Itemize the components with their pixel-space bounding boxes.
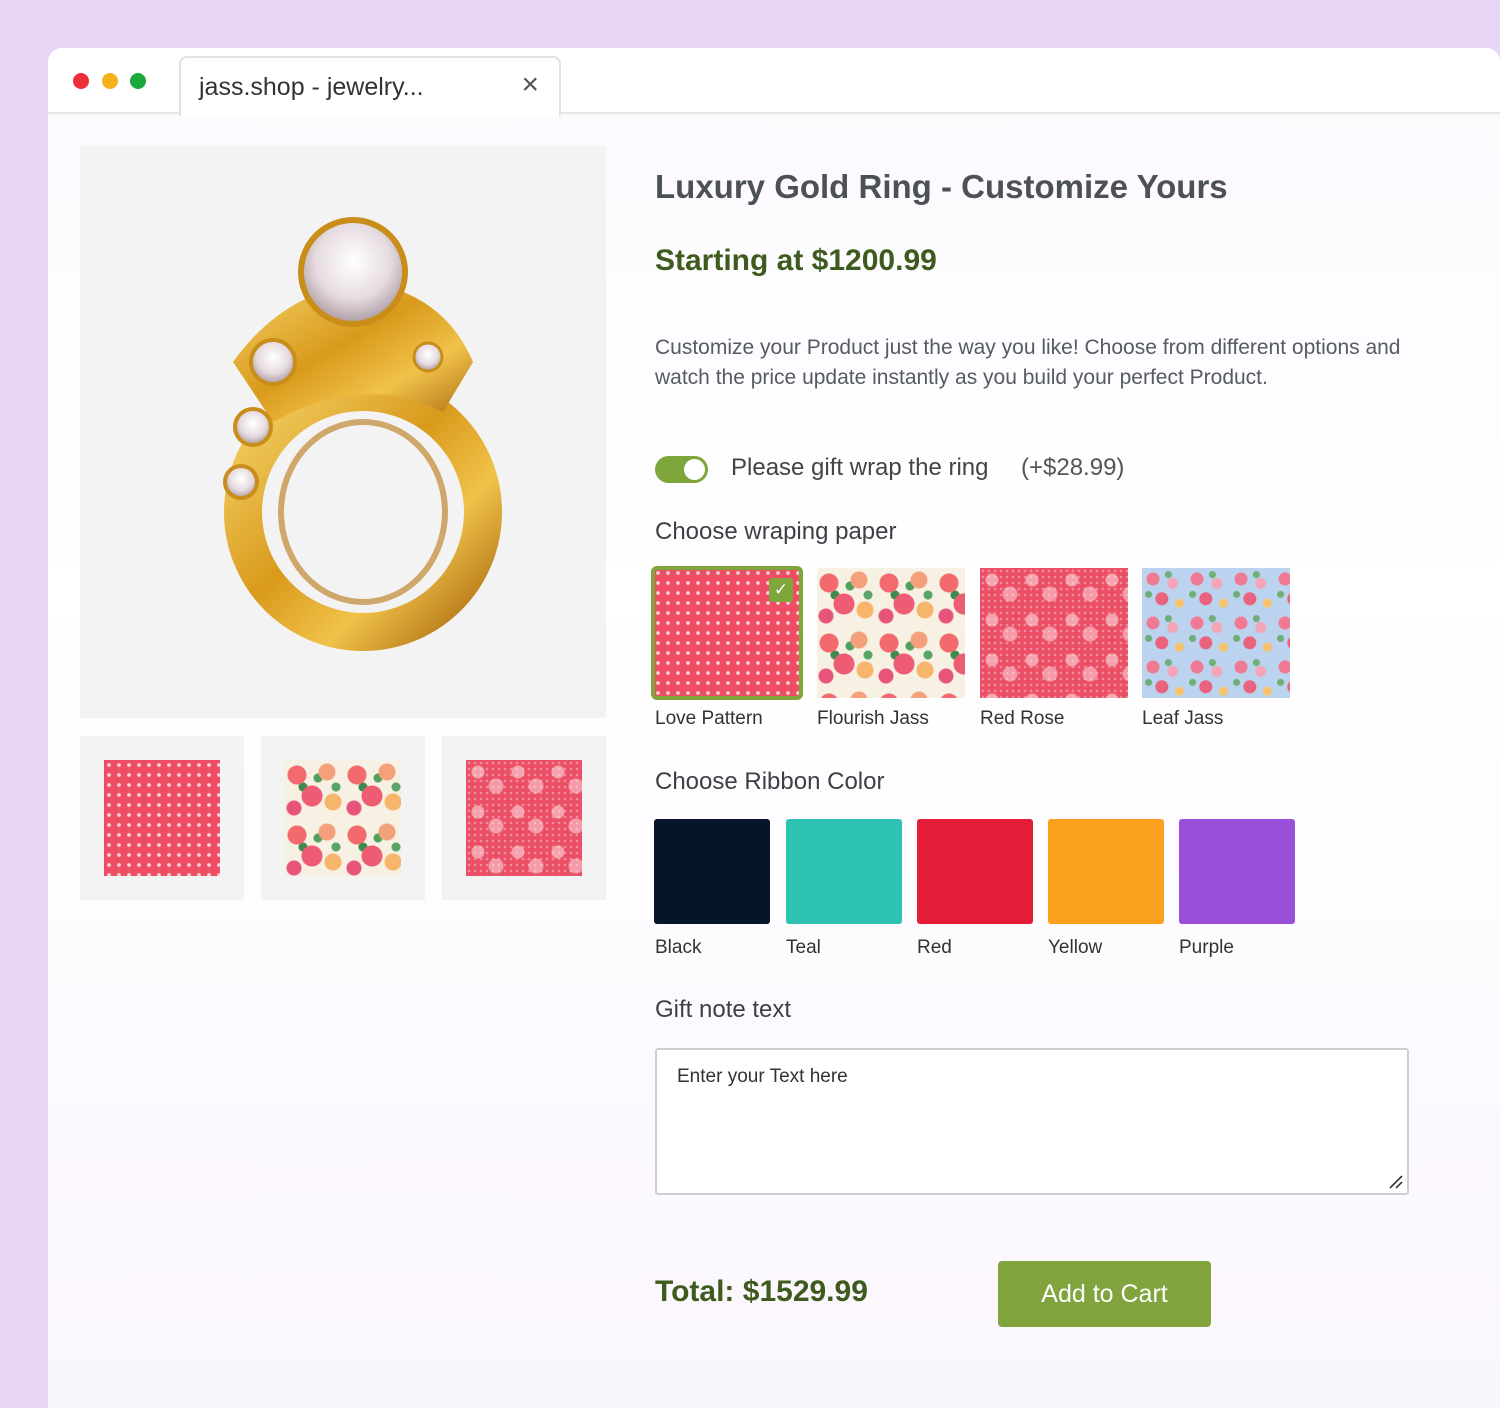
tab-title: jass.shop - jewelry... (199, 73, 424, 101)
browser-titlebar: jass.shop - jewelry... × (48, 48, 1500, 116)
maximize-window-dot[interactable] (130, 73, 146, 89)
add-to-cart-button[interactable]: Add to Cart (998, 1261, 1211, 1327)
gold-ring-icon (223, 217, 502, 651)
minimize-window-dot[interactable] (102, 73, 118, 89)
product-price: Starting at $1200.99 (655, 244, 937, 277)
product-description: Customize your Product just the way you … (655, 336, 1401, 389)
close-window-dot[interactable] (73, 73, 89, 89)
thumbnail-swatch (285, 760, 401, 876)
paper-label: Love Pattern (655, 708, 763, 729)
paper-option-love-pattern[interactable]: ✓ (651, 566, 803, 700)
ribbon-label: Red (917, 937, 952, 958)
gift-wrap-price: (+$28.99) (1021, 454, 1125, 481)
paper-option-red-rose[interactable] (980, 568, 1128, 698)
paper-label: Leaf Jass (1142, 708, 1224, 729)
browser-tab[interactable]: jass.shop - jewelry... × (179, 56, 561, 116)
ribbon-swatch-purple[interactable] (1179, 819, 1295, 924)
product-main-image (80, 146, 606, 718)
ribbon-label: Teal (786, 937, 821, 958)
gift-note-placeholder: Enter your Text here (677, 1066, 848, 1087)
thumbnail-swatch (466, 760, 582, 876)
ribbon-swatch-yellow[interactable] (1048, 819, 1164, 924)
gift-wrap-toggle[interactable] (655, 456, 708, 483)
paper-label: Red Rose (980, 708, 1065, 729)
ribbon-swatch-red[interactable] (917, 819, 1033, 924)
thumbnail-red-rose[interactable] (442, 736, 606, 900)
order-total: Total: $1529.99 (655, 1275, 868, 1308)
ribbon-color-heading: Choose Ribbon Color (655, 768, 885, 795)
resize-handle-icon[interactable] (1387, 1173, 1403, 1189)
thumbnail-love-pattern[interactable] (80, 736, 244, 900)
gift-note-textarea[interactable]: Enter your Text here (655, 1048, 1409, 1195)
toggle-knob (684, 459, 705, 480)
check-icon: ✓ (769, 578, 793, 602)
thumbnail-swatch (104, 760, 220, 876)
ribbon-swatch-black[interactable] (654, 819, 770, 924)
ribbon-label: Purple (1179, 937, 1234, 958)
ribbon-label: Black (655, 937, 702, 958)
ribbon-swatch-teal[interactable] (786, 819, 902, 924)
wrapping-paper-heading: Choose wraping paper (655, 518, 897, 545)
gift-wrap-label: Please gift wrap the ring (731, 454, 989, 481)
ribbon-label: Yellow (1048, 937, 1103, 958)
paper-option-flourish-jass[interactable] (817, 568, 965, 698)
browser-window: jass.shop - jewelry... × Luxury Gold Rin… (48, 48, 1500, 1408)
paper-option-leaf-jass[interactable] (1142, 568, 1290, 698)
close-icon[interactable]: × (521, 68, 539, 102)
paper-label: Flourish Jass (817, 708, 929, 729)
thumbnail-flourish-jass[interactable] (261, 736, 425, 900)
product-title: Luxury Gold Ring - Customize Yours (655, 168, 1228, 205)
gift-note-heading: Gift note text (655, 996, 792, 1023)
